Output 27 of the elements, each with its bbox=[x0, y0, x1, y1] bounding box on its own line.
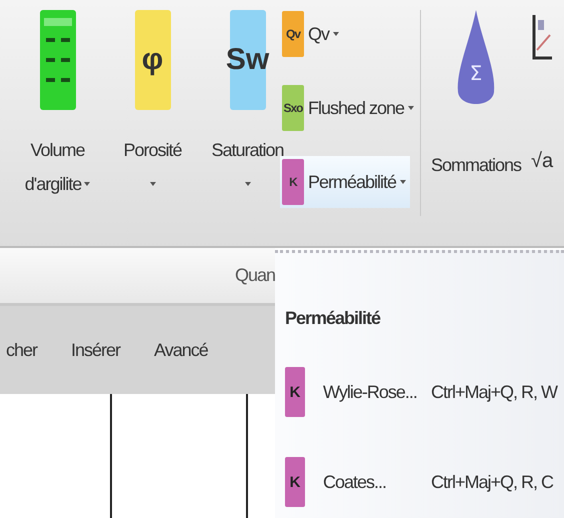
ribbon-button-label[interactable]: Porosité bbox=[123, 140, 182, 161]
menu-item-label: Wylie-Rose... bbox=[323, 382, 418, 402]
tab[interactable]: Avancé bbox=[152, 336, 210, 364]
ribbon-small-button[interactable]: Qv Qv bbox=[280, 8, 344, 60]
tab[interactable]: cher bbox=[4, 336, 40, 364]
menu-item[interactable]: K Coates... Ctrl+Maj+Q, R, C bbox=[275, 454, 564, 510]
shortcut-text: Ctrl+Maj+Q, R, W bbox=[431, 382, 559, 402]
ribbon-button-label[interactable]: Volume bbox=[30, 140, 85, 161]
ribbon-small-button[interactable]: K Perméabilité bbox=[280, 156, 410, 208]
symbol-icon: φ bbox=[134, 10, 170, 110]
symbol-icon: Qv bbox=[282, 11, 304, 57]
menu-header: Perméabilité bbox=[285, 308, 380, 329]
ribbon-small-button[interactable]: Sxo Flushed zone bbox=[280, 82, 418, 134]
ribbon-button-label[interactable]: d'argilite bbox=[24, 174, 82, 194]
group-label: Quan bbox=[234, 265, 275, 286]
ribbon-button-label[interactable]: Sommations bbox=[430, 155, 522, 176]
menu-item-label: Coates... bbox=[323, 472, 388, 492]
clay-icon bbox=[40, 10, 76, 110]
symbol-icon: Sxo bbox=[282, 85, 304, 131]
tab[interactable]: Insérer bbox=[69, 336, 122, 364]
symbol-icon: K bbox=[285, 367, 305, 417]
symbol-icon: K bbox=[285, 457, 305, 507]
shortcut-text: Ctrl+Maj+Q, R, C bbox=[431, 472, 554, 492]
symbol-icon: K bbox=[282, 159, 304, 205]
square-root-button[interactable]: √a bbox=[531, 150, 554, 173]
menu-item[interactable]: K Wylie-Rose... Ctrl+Maj+Q, R, W bbox=[275, 364, 564, 420]
chart-icon bbox=[532, 15, 552, 60]
